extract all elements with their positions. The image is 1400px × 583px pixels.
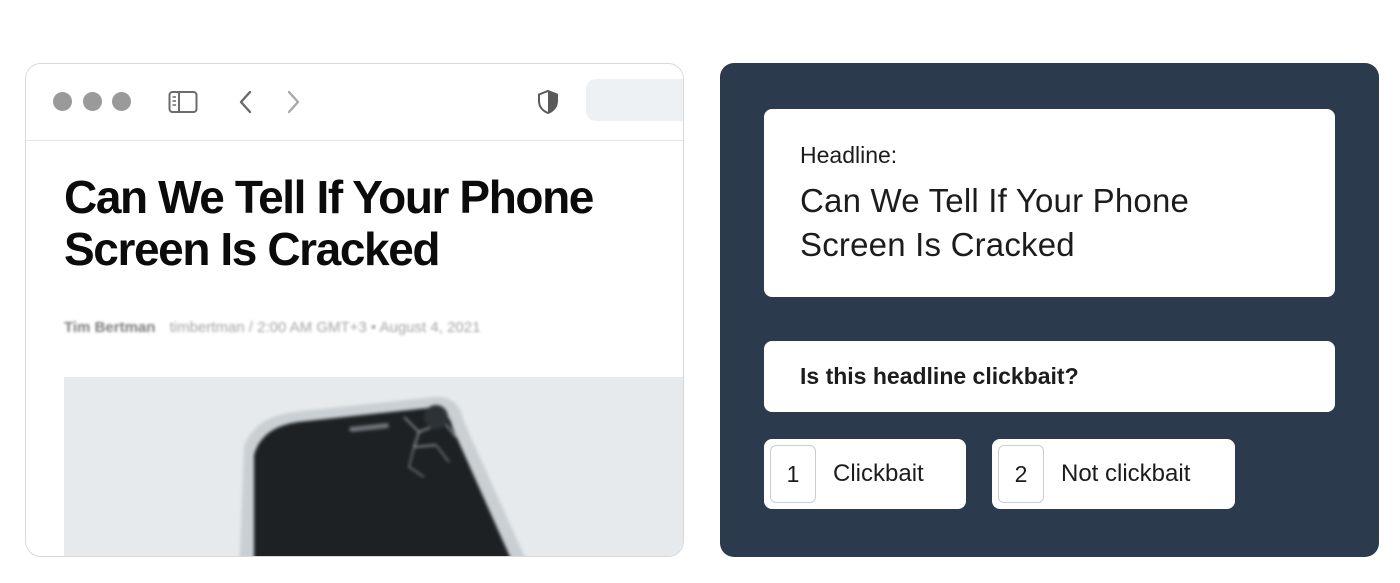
maximize-window-button[interactable] [112, 92, 131, 111]
browser-window: Can We Tell If Your Phone Screen Is Crac… [25, 63, 684, 557]
author-handle: timbertman [169, 319, 245, 336]
hotkey-badge: 1 [770, 445, 816, 503]
option-label: Not clickbait [1061, 460, 1191, 487]
address-bar[interactable] [586, 79, 683, 121]
option-label: Clickbait [833, 460, 924, 487]
close-window-button[interactable] [53, 92, 72, 111]
hotkey-badge: 2 [998, 445, 1044, 503]
browser-toolbar [26, 64, 683, 141]
article-headline: Can We Tell If Your Phone Screen Is Crac… [64, 171, 594, 275]
chevron-right-icon[interactable] [278, 87, 308, 117]
shield-icon[interactable] [533, 87, 563, 117]
minimize-window-button[interactable] [83, 92, 102, 111]
question-text: Is this headline clickbait? [800, 363, 1079, 389]
task-panel: Headline: Can We Tell If Your Phone Scre… [720, 63, 1379, 557]
headline-card: Headline: Can We Tell If Your Phone Scre… [764, 109, 1335, 297]
option-clickbait-button[interactable]: 1 Clickbait [764, 439, 966, 509]
chevron-left-icon[interactable] [231, 87, 261, 117]
headline-label: Headline: [800, 142, 898, 168]
question-card: Is this headline clickbait? [764, 341, 1335, 412]
headline-text: Can We Tell If Your Phone Screen Is Crac… [800, 182, 1190, 263]
option-not-clickbait-button[interactable]: 2 Not clickbait [992, 439, 1235, 509]
article-image [64, 377, 683, 556]
author-name[interactable]: Tim Bertman [64, 319, 155, 336]
article-byline: Tim Bertman timbertman / 2:00 AM GMT+3 •… [64, 319, 480, 336]
sidebar-icon[interactable] [168, 87, 198, 117]
publish-date: / 2:00 AM GMT+3 • August 4, 2021 [248, 319, 481, 336]
article: Can We Tell If Your Phone Screen Is Crac… [26, 141, 683, 556]
